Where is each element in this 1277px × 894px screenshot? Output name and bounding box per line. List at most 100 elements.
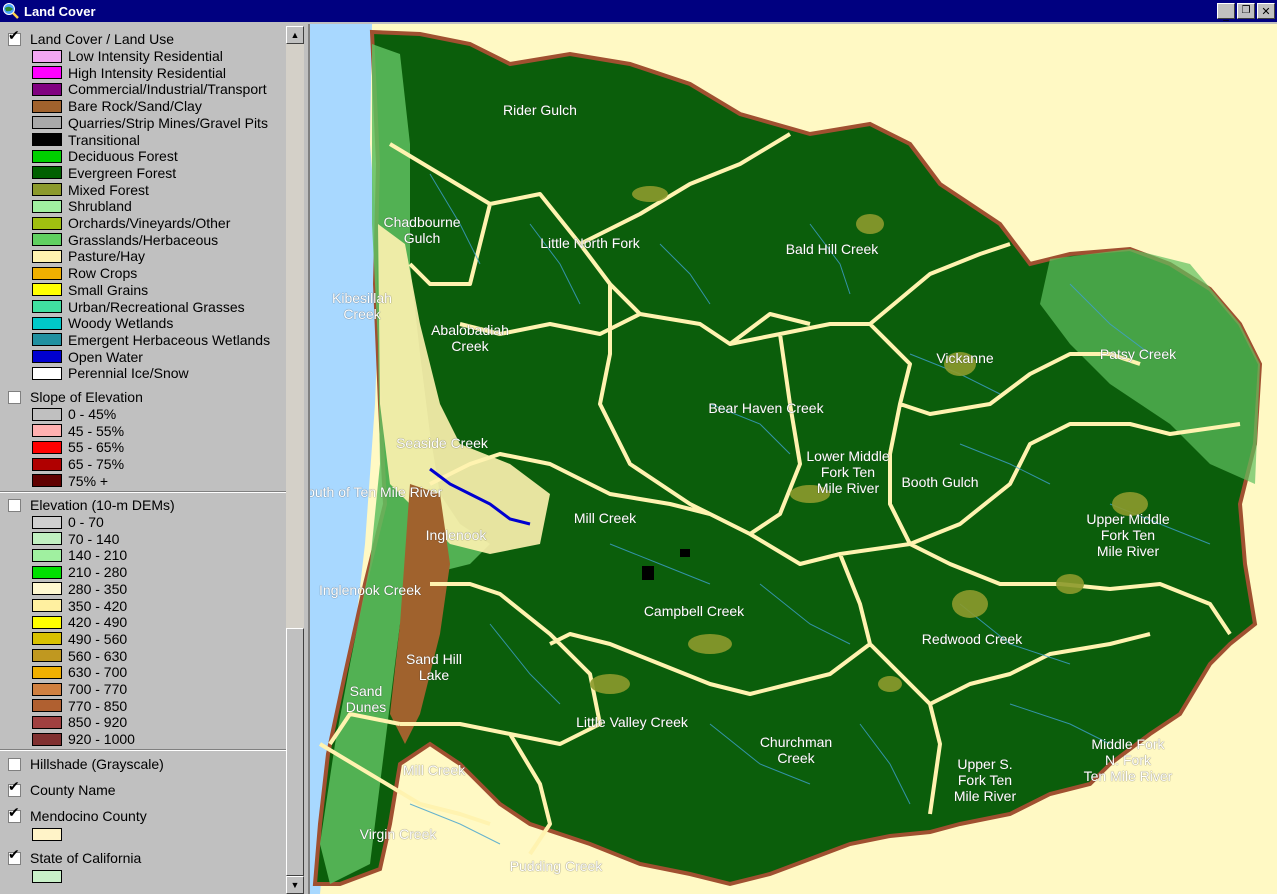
watershed-label: Pudding Creek xyxy=(509,858,603,874)
legend-item: Woody Wetlands xyxy=(32,315,173,331)
restore-icon: ❐ xyxy=(1241,5,1251,16)
watershed-label: Virgin Creek xyxy=(359,826,437,842)
legend-swatch xyxy=(32,649,62,663)
legend-swatch xyxy=(32,515,62,529)
legend-item: 920 - 1000 xyxy=(32,731,135,747)
legend-item-label: Woody Wetlands xyxy=(68,315,174,332)
close-button[interactable]: ✕ xyxy=(1257,3,1275,19)
close-icon: ✕ xyxy=(1261,4,1271,18)
layer-checkbox-slope[interactable] xyxy=(8,390,21,404)
legend-item-label: Shrubland xyxy=(68,198,132,215)
layer-checkbox-mendocino[interactable] xyxy=(8,808,21,823)
layer-checkbox-land_cover[interactable] xyxy=(8,31,21,46)
layer-checkbox-elevation[interactable] xyxy=(8,498,21,512)
legend-swatch xyxy=(32,233,62,247)
watershed-label: Upper S. Fork Ten Mile River xyxy=(953,756,1017,804)
legend-item-label: 0 - 70 xyxy=(68,514,104,530)
legend-item-label: Emergent Herbaceous Wetlands xyxy=(68,331,271,348)
legend-item: Shrubland xyxy=(32,198,132,214)
legend-item: Evergreen Forest xyxy=(32,165,176,181)
legend-swatch xyxy=(32,665,62,679)
legend-item-label: Bare Rock/Sand/Clay xyxy=(68,98,202,115)
minimize-button[interactable]: _ xyxy=(1217,3,1235,20)
legend-swatch xyxy=(32,582,62,596)
legend-item-label: 210 - 280 xyxy=(68,564,128,581)
legend-item: High Intensity Residential xyxy=(32,65,226,81)
layer-land_cover[interactable]: Land Cover / Land Use xyxy=(8,30,174,48)
watershed-label: Mill Creek xyxy=(573,510,637,526)
legend-item-label: Small Grains xyxy=(68,281,149,298)
scroll-down-button[interactable]: ▼ xyxy=(286,876,304,894)
watershed-label: Churchman Creek xyxy=(759,734,833,766)
legend-swatch xyxy=(32,440,62,454)
legend-item: Perennial Ice/Snow xyxy=(32,365,189,381)
layer-slope[interactable]: Slope of Elevation xyxy=(8,388,143,406)
legend-item-label: 630 - 700 xyxy=(68,664,128,681)
legend-swatch xyxy=(32,715,62,729)
arrow-down-icon: ▼ xyxy=(290,880,300,890)
legend-swatch xyxy=(32,133,62,146)
scroll-up-button[interactable]: ▲ xyxy=(286,26,304,44)
legend-item: Transitional xyxy=(32,132,140,148)
legend-item-label: Commercial/Industrial/Transport xyxy=(68,81,267,98)
watershed-label: Abalobadiah Creek xyxy=(431,322,509,354)
watershed-label: Upper Middle Fork Ten Mile River xyxy=(1086,511,1170,559)
legend-item-label: Evergreen Forest xyxy=(68,164,177,181)
watershed-label: Chadbourne Gulch xyxy=(383,214,461,246)
legend-item-label: 700 - 770 xyxy=(68,681,128,697)
legend-item-label: 560 - 630 xyxy=(68,647,128,664)
map-view[interactable]: Rider Gulch Chadbourne Gulch Little North … xyxy=(308,24,1277,894)
divider xyxy=(0,491,286,493)
watershed-label: South of Ten Mile River xyxy=(308,484,443,500)
layer-mendocino[interactable]: Mendocino County xyxy=(8,807,147,825)
legend-item-label: 850 - 920 xyxy=(68,714,128,731)
scroll-thumb[interactable] xyxy=(286,628,304,876)
legend-item: Urban/Recreational Grasses xyxy=(32,299,245,315)
legend-item-label: Pasture/Hay xyxy=(68,248,146,265)
legend-item-label: Orchards/Vineyards/Other xyxy=(68,215,231,231)
legend-swatch xyxy=(32,166,62,180)
legend-item: Low Intensity Residential xyxy=(32,48,223,64)
legend-item: Pasture/Hay xyxy=(32,248,145,264)
legend-item-label: Quarries/Strip Mines/Gravel Pits xyxy=(68,114,268,131)
legend-item: Mixed Forest xyxy=(32,182,149,198)
layer-county_name[interactable]: County Name xyxy=(8,781,116,799)
restore-button[interactable]: ❐ xyxy=(1237,3,1255,19)
legend-item: 700 - 770 xyxy=(32,681,127,697)
legend-swatch xyxy=(32,283,62,297)
layer-label: Land Cover / Land Use xyxy=(30,31,174,47)
legend-item-label: 420 - 490 xyxy=(68,614,128,631)
layer-hillshade[interactable]: Hillshade (Grayscale) xyxy=(8,755,164,773)
layer-checkbox-california[interactable] xyxy=(8,850,21,865)
arrow-up-icon: ▲ xyxy=(290,30,300,40)
layer-elevation[interactable]: Elevation (10-m DEMs) xyxy=(8,496,175,514)
legend-swatch xyxy=(32,565,62,579)
watershed-label: Inglenook Creek xyxy=(319,582,421,598)
layer-california[interactable]: State of California xyxy=(8,849,141,867)
legend-item: 65 - 75% xyxy=(32,456,124,472)
watershed-label: Kibesillah Creek xyxy=(332,290,392,322)
legend-swatch xyxy=(32,599,62,612)
legend-swatch xyxy=(32,615,62,629)
legend-scrollbar[interactable]: ▲ ▼ xyxy=(286,26,304,894)
watershed-label: Patsy Creek xyxy=(1099,346,1177,362)
legend-swatch xyxy=(32,116,62,130)
watershed-label: Redwood Creek xyxy=(921,631,1023,647)
legend-item: Open Water xyxy=(32,349,143,365)
legend-item-label: Grasslands/Herbaceous xyxy=(68,231,219,248)
layer-label: Mendocino County xyxy=(30,808,147,824)
window-title: Land Cover xyxy=(24,3,96,19)
legend-swatch xyxy=(32,350,62,364)
divider xyxy=(0,749,286,751)
legend-item: 0 - 45% xyxy=(32,406,116,422)
legend-swatch xyxy=(32,300,62,313)
legend-item: Quarries/Strip Mines/Gravel Pits xyxy=(32,115,268,131)
legend-swatch xyxy=(32,266,62,280)
legend-item-label: Deciduous Forest xyxy=(68,148,178,165)
watershed-label: Sand Dunes xyxy=(345,683,387,715)
legend-item-label: Transitional xyxy=(68,131,140,148)
legend-swatch xyxy=(32,366,62,380)
legend-item-label: 140 - 210 xyxy=(68,547,128,564)
layer-checkbox-hillshade[interactable] xyxy=(8,757,21,771)
layer-checkbox-county_name[interactable] xyxy=(8,782,21,797)
